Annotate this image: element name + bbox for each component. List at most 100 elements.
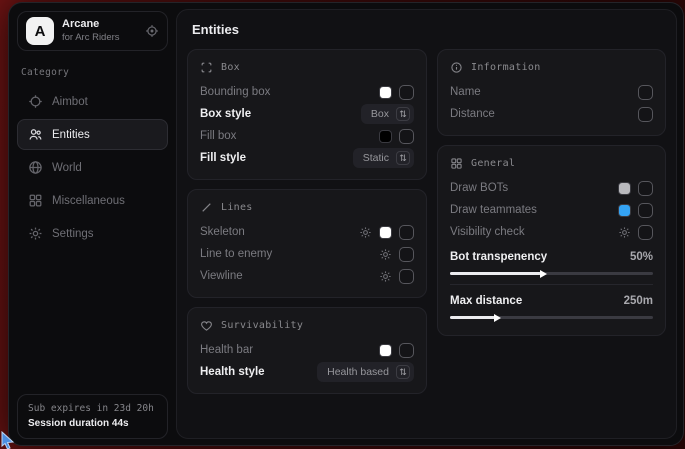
color-swatch[interactable]: [379, 86, 392, 99]
slider-label: Bot transpenency: [450, 251, 547, 263]
globe-icon: [28, 160, 43, 175]
panel-general: General Draw BOTs Draw teammates: [437, 145, 666, 336]
color-swatch[interactable]: [618, 182, 631, 195]
slider-value: 50%: [630, 251, 653, 263]
category-label: Category: [21, 67, 164, 78]
checkbox[interactable]: [638, 85, 653, 100]
main-content: Entities Box Bounding box: [176, 9, 677, 439]
setting-label: Visibility check: [450, 226, 525, 238]
setting-row-skeleton: Skeleton: [200, 221, 414, 243]
checkbox[interactable]: [399, 269, 414, 284]
setting-label: Line to enemy: [200, 248, 272, 260]
setting-label: Draw teammates: [450, 204, 537, 216]
setting-row-distance: Distance: [450, 103, 653, 125]
checkbox[interactable]: [399, 129, 414, 144]
slider-label: Max distance: [450, 295, 522, 307]
sidebar-item-label: Settings: [52, 228, 94, 240]
divider: [450, 284, 653, 285]
diagonal-line-icon: [200, 201, 213, 214]
checkbox[interactable]: [399, 225, 414, 240]
app-window: A Arcane for Arc Riders Category Aimbot: [8, 2, 684, 446]
mouse-cursor-icon: [0, 431, 16, 449]
sidebar-item-label: Miscellaneous: [52, 195, 125, 207]
slider-thumb[interactable]: [494, 314, 501, 322]
sidebar-item-entities[interactable]: Entities: [17, 119, 168, 150]
checkbox[interactable]: [638, 181, 653, 196]
info-icon: [450, 61, 463, 74]
slider-track[interactable]: [450, 316, 653, 319]
brand-subtitle: for Arc Riders: [62, 32, 137, 44]
users-icon: [28, 127, 43, 142]
checkbox[interactable]: [638, 225, 653, 240]
panel-title: Survivability: [221, 320, 303, 331]
subscription-card: Sub expires in 23d 20h Session duration …: [17, 394, 168, 439]
sidebar-item-label: Entities: [52, 129, 90, 141]
setting-label: Box style: [200, 108, 251, 120]
sidebar: A Arcane for Arc Riders Category Aimbot: [9, 3, 176, 445]
panel-title: General: [471, 158, 515, 169]
session-duration-text: Session duration 44s: [28, 416, 157, 431]
crosshair-icon: [28, 94, 43, 109]
setting-row-visibility-check: Visibility check: [450, 221, 653, 243]
chevron-up-down-icon: ⇅: [396, 151, 410, 165]
gear-icon[interactable]: [359, 226, 372, 239]
health-style-select[interactable]: Health based ⇅: [317, 362, 414, 382]
gear-icon[interactable]: [379, 270, 392, 283]
chevron-up-down-icon: ⇅: [396, 107, 410, 121]
panel-lines: Lines Skeleton: [187, 189, 427, 298]
color-swatch[interactable]: [379, 130, 392, 143]
setting-row-draw-teammates: Draw teammates: [450, 199, 653, 221]
heart-icon: [200, 319, 213, 332]
sidebar-item-miscellaneous[interactable]: Miscellaneous: [17, 185, 168, 216]
setting-label: Name: [450, 86, 481, 98]
select-value: Health based: [327, 366, 389, 378]
select-value: Box: [371, 108, 389, 120]
panel-title: Information: [471, 62, 541, 73]
setting-row-health-bar: Health bar: [200, 339, 414, 361]
setting-row-viewline: Viewline: [200, 265, 414, 287]
color-swatch[interactable]: [379, 226, 392, 239]
color-swatch[interactable]: [618, 204, 631, 217]
gear-icon[interactable]: [379, 248, 392, 261]
chevron-up-down-icon: ⇅: [396, 365, 410, 379]
setting-row-line-to-enemy: Line to enemy: [200, 243, 414, 265]
slider-track[interactable]: [450, 272, 653, 275]
color-swatch[interactable]: [379, 344, 392, 357]
panel-survivability: Survivability Health bar Health style He…: [187, 307, 427, 394]
slider-value: 250m: [624, 295, 653, 307]
setting-label: Fill style: [200, 152, 246, 164]
setting-label: Fill box: [200, 130, 236, 142]
setting-row-health-style: Health style Health based ⇅: [200, 361, 414, 383]
gear-icon[interactable]: [618, 226, 631, 239]
setting-row-bounding-box: Bounding box: [200, 81, 414, 103]
gear-icon: [28, 226, 43, 241]
max-distance-slider-group: Max distance 250m: [450, 291, 653, 319]
brand-card: A Arcane for Arc Riders: [17, 11, 168, 51]
sidebar-item-world[interactable]: World: [17, 152, 168, 183]
slider-thumb[interactable]: [540, 270, 547, 278]
checkbox[interactable]: [638, 203, 653, 218]
sub-expiry-text: Sub expires in 23d 20h: [28, 402, 157, 416]
fill-style-select[interactable]: Static ⇅: [353, 148, 414, 168]
brand-logo: A: [26, 17, 54, 45]
checkbox[interactable]: [399, 247, 414, 262]
sidebar-item-label: World: [52, 162, 82, 174]
sidebar-item-aimbot[interactable]: Aimbot: [17, 86, 168, 117]
setting-row-fill-box: Fill box: [200, 125, 414, 147]
sidebar-item-settings[interactable]: Settings: [17, 218, 168, 249]
setting-label: Bounding box: [200, 86, 270, 98]
setting-row-fill-style: Fill style Static ⇅: [200, 147, 414, 169]
sidebar-item-label: Aimbot: [52, 96, 88, 108]
target-icon[interactable]: [145, 24, 159, 38]
setting-label: Draw BOTs: [450, 182, 508, 194]
panel-title: Box: [221, 62, 240, 73]
select-value: Static: [363, 152, 389, 164]
checkbox[interactable]: [638, 107, 653, 122]
setting-row-draw-bots: Draw BOTs: [450, 177, 653, 199]
brand-title: Arcane: [62, 18, 137, 32]
checkbox[interactable]: [399, 343, 414, 358]
grid-icon: [28, 193, 43, 208]
layout-grid-icon: [450, 157, 463, 170]
box-style-select[interactable]: Box ⇅: [361, 104, 414, 124]
checkbox[interactable]: [399, 85, 414, 100]
